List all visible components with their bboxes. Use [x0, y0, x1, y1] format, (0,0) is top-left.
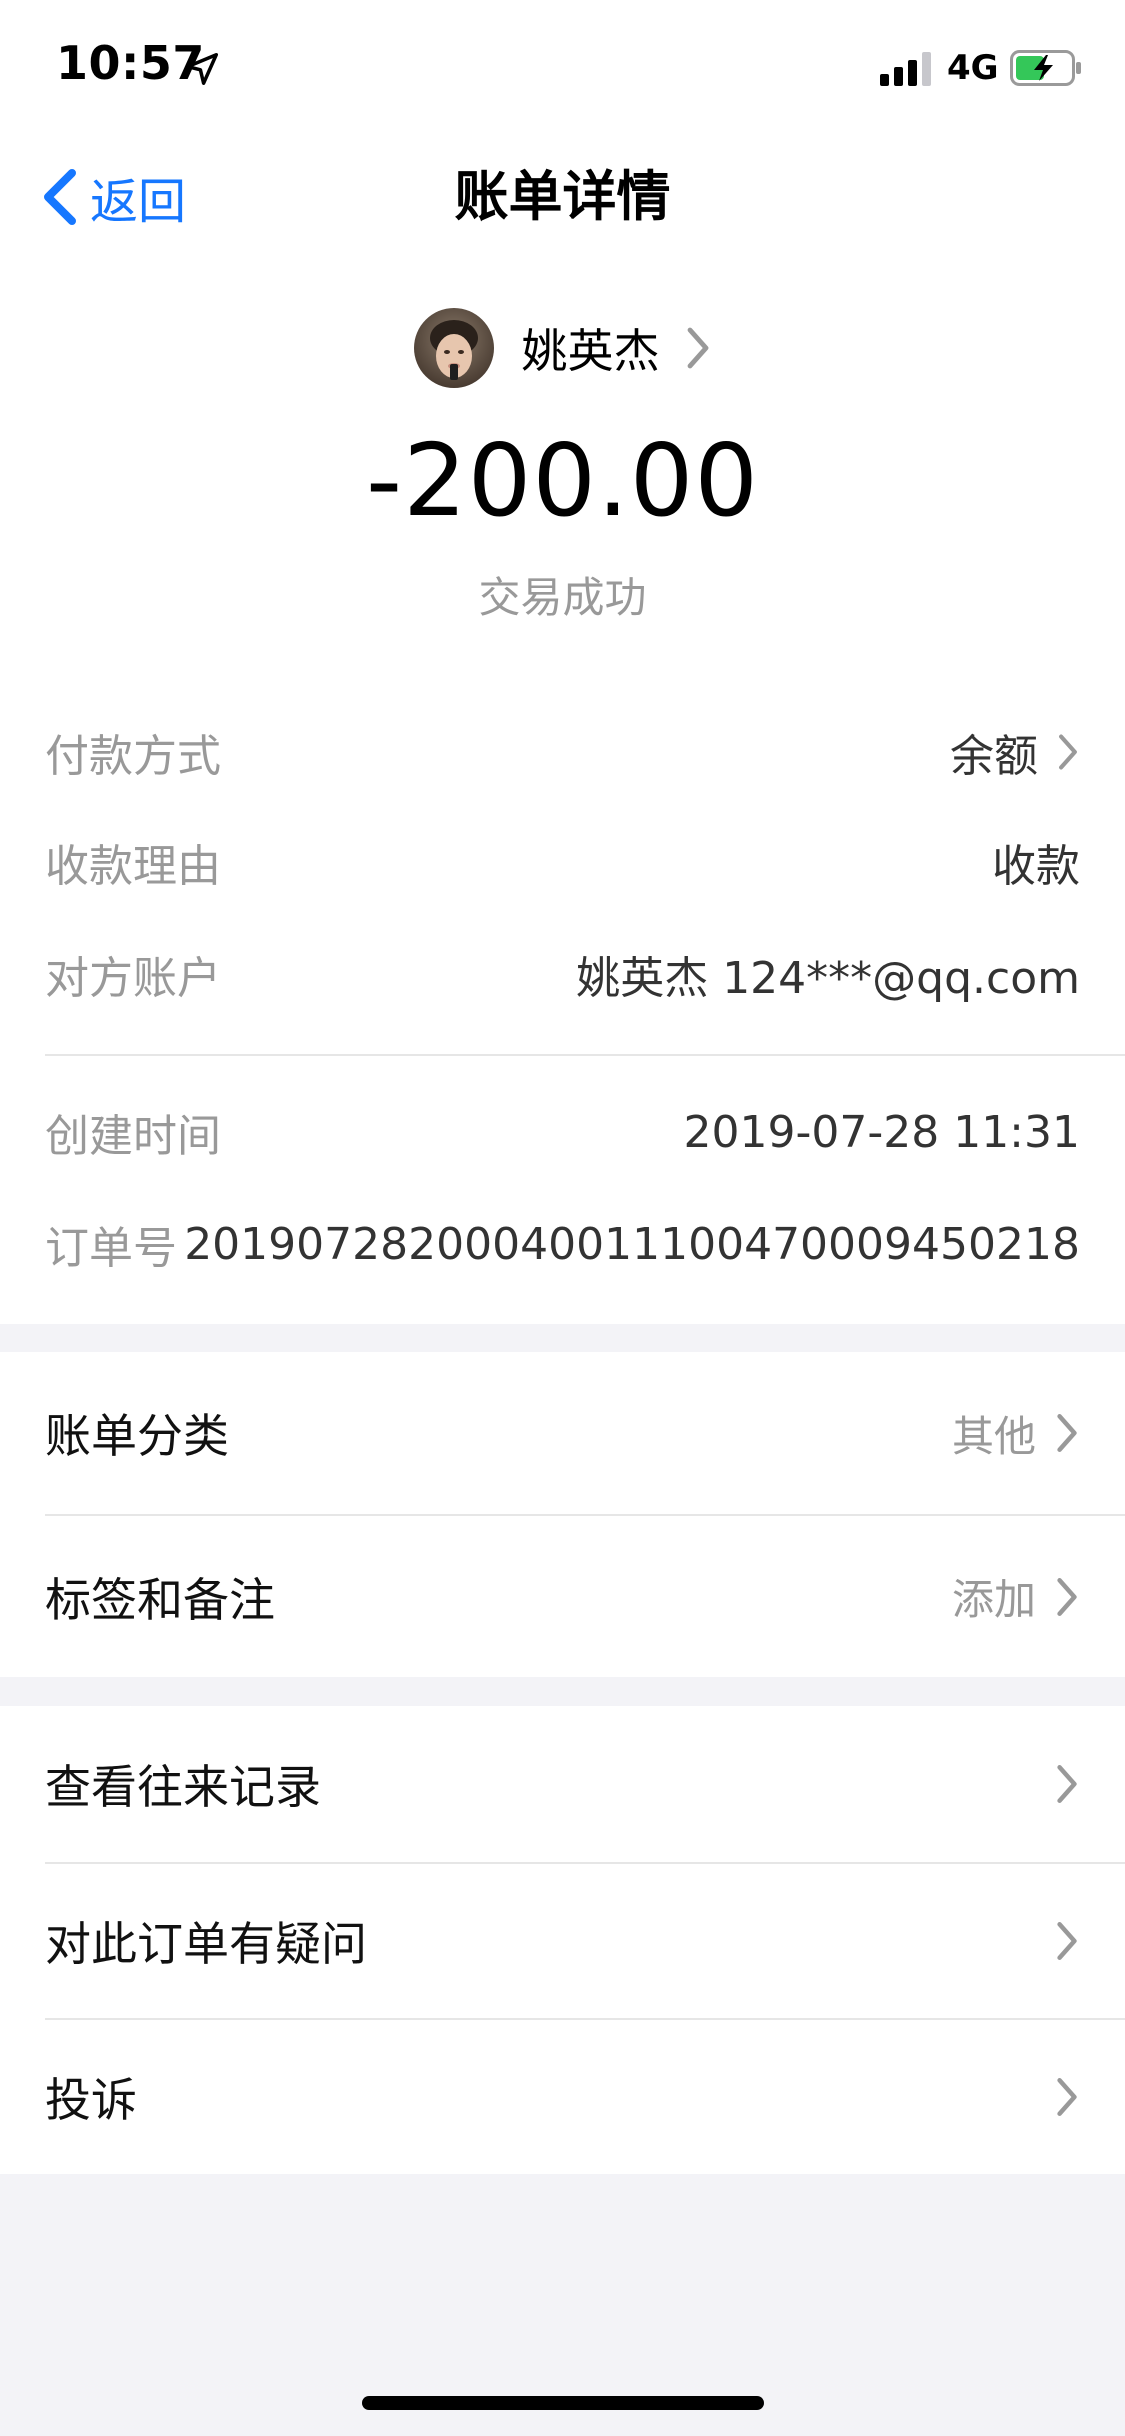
reason-row: 收款理由 收款: [45, 822, 1080, 902]
page-title: 账单详情: [454, 165, 671, 228]
chevron-right-icon: [1059, 734, 1077, 770]
bill-category-row[interactable]: 账单分类 其他: [45, 1352, 1080, 1514]
tags-notes-value-group: 添加: [952, 1566, 1080, 1627]
navigation-bar: 返回 账单详情: [0, 132, 1125, 262]
payment-method-label: 付款方式: [45, 731, 221, 782]
home-indicator[interactable]: [362, 2396, 764, 2410]
counterparty-value: 姚英杰 124***@qq.com: [576, 953, 1080, 1004]
created-time-label: 创建时间: [45, 1111, 221, 1162]
tags-notes-label: 标签和备注: [45, 1572, 275, 1627]
signal-icon: [880, 52, 931, 86]
status-bar: 10:57 4G: [0, 0, 1125, 132]
divider: [45, 1054, 1125, 1056]
network-label: 4G: [947, 48, 999, 88]
payment-method-row[interactable]: 付款方式 余额: [45, 712, 1080, 792]
created-time-value: 2019-07-28 11:31: [683, 1106, 1081, 1158]
payee-name: 姚英杰: [521, 324, 660, 378]
chevron-right-icon: [1057, 1922, 1077, 1960]
category-section: 账单分类 其他 标签和备注 添加: [0, 1352, 1125, 1677]
chevron-right-icon: [1057, 1765, 1077, 1803]
reason-label: 收款理由: [45, 841, 221, 892]
bill-category-label: 账单分类: [45, 1409, 229, 1463]
avatar: [413, 308, 494, 388]
payment-method-value: 余额: [950, 720, 1080, 784]
bill-category-value: 其他: [951, 1411, 1036, 1461]
order-number-row: 订单号 20190728200040011100470009450218: [45, 1204, 1080, 1284]
chevron-right-icon: [1057, 1577, 1077, 1616]
view-history-label: 查看往来记录: [45, 1760, 321, 1814]
transaction-status: 交易成功: [478, 573, 647, 622]
complaint-row[interactable]: 投诉: [45, 2020, 1080, 2174]
bill-category-value-group: 其他: [952, 1403, 1080, 1464]
reason-value: 收款: [992, 841, 1080, 892]
battery-charging-icon: [1010, 50, 1081, 86]
order-number-value: 20190728200040011100470009450218: [184, 1218, 1080, 1270]
tags-notes-value: 添加: [951, 1575, 1036, 1624]
counterparty-label: 对方账户: [45, 953, 221, 1004]
chevron-right-icon: [1057, 2078, 1077, 2116]
created-time-row: 创建时间 2019-07-28 11:31: [45, 1092, 1080, 1172]
chevron-right-icon: [687, 327, 708, 369]
view-history-row[interactable]: 查看往来记录: [45, 1706, 1080, 1862]
complaint-label: 投诉: [45, 2073, 137, 2127]
bill-summary: 姚英杰 -200.00 交易成功 付款方式 余额 收款理由 收款 对方账户 姚英…: [0, 262, 1125, 1324]
chevron-right-icon: [1057, 1414, 1077, 1452]
amount: -200.00: [366, 422, 759, 539]
counterparty-row: 对方账户 姚英杰 124***@qq.com: [45, 934, 1080, 1014]
payment-method-text: 余额: [950, 731, 1038, 782]
order-question-row[interactable]: 对此订单有疑问: [45, 1864, 1080, 2018]
tags-notes-row[interactable]: 标签和备注 添加: [45, 1516, 1080, 1677]
order-question-label: 对此订单有疑问: [45, 1917, 367, 1971]
order-number-label: 订单号: [45, 1223, 177, 1274]
actions-section: 查看往来记录 对此订单有疑问 投诉: [0, 1706, 1125, 2174]
location-arrow-icon: [186, 53, 218, 85]
payee-link[interactable]: 姚英杰: [0, 308, 1125, 388]
